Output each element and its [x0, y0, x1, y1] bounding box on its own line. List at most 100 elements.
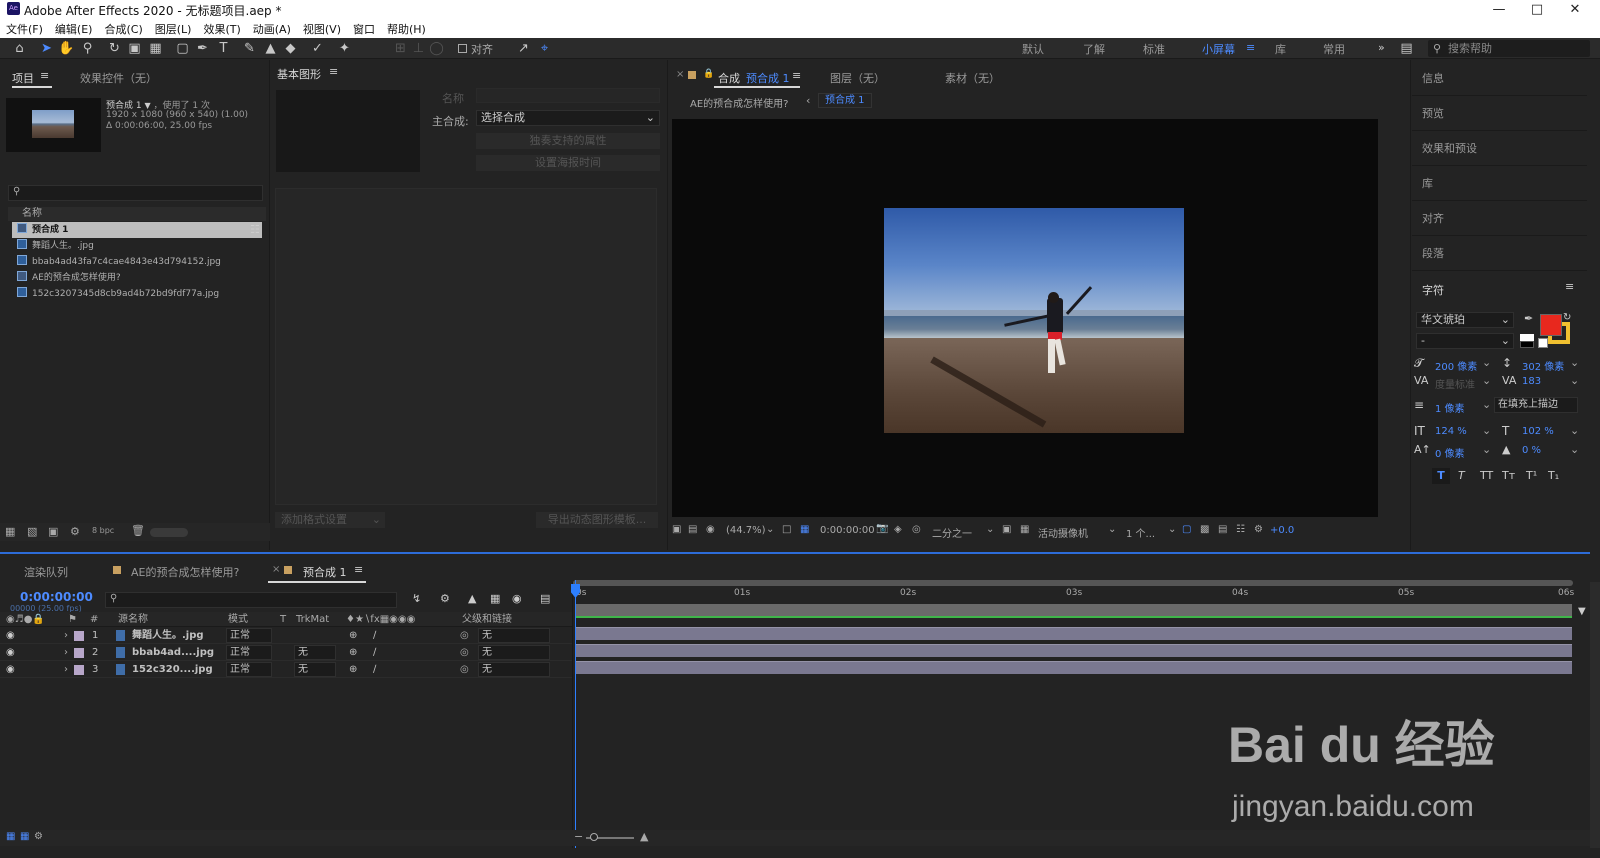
rectangle-tool-icon[interactable]: ▢ — [174, 40, 191, 57]
breadcrumb-current[interactable]: 预合成 1 — [818, 93, 872, 108]
col-parent-link[interactable]: 父级和链接 — [462, 612, 512, 627]
reset-exposure-icon[interactable]: ⚙ — [1254, 524, 1263, 535]
lock-icon[interactable]: 🔒 — [703, 69, 714, 79]
align-checkbox[interactable] — [458, 44, 467, 53]
menu-window[interactable]: 窗口 — [347, 19, 381, 40]
eye-icon[interactable]: ◉ — [6, 627, 15, 644]
chevron-down-icon[interactable]: ⌄ — [766, 524, 774, 535]
close-tab-icon[interactable]: × — [676, 69, 684, 80]
layer-name[interactable]: 舞蹈人生。.jpg — [132, 627, 204, 644]
chevron-down-icon[interactable]: ⌄ — [1108, 524, 1116, 535]
zoom-select[interactable]: (44.7%) — [726, 525, 766, 536]
tab-project[interactable]: 项目 — [12, 70, 34, 86]
fill-color-swatch[interactable] — [1540, 314, 1562, 336]
template-name-input[interactable] — [476, 88, 660, 103]
tab-composition-name[interactable]: 预合成 1 — [746, 70, 790, 86]
pickwhip-icon[interactable]: ◎ — [460, 627, 469, 644]
pen-tool-icon[interactable]: ✒ — [194, 40, 211, 57]
faux-italic-button[interactable]: T — [1458, 469, 1465, 482]
all-caps-button[interactable]: TT — [1480, 469, 1493, 482]
clone-stamp-tool-icon[interactable]: ▲ — [262, 40, 279, 57]
eraser-tool-icon[interactable]: ◆ — [282, 40, 299, 57]
panel-preview[interactable]: 预览 — [1422, 105, 1444, 121]
label-color[interactable] — [74, 631, 84, 641]
font-style-select[interactable]: - ⌄ — [1416, 333, 1514, 349]
subscript-button[interactable]: T₁ — [1548, 469, 1559, 482]
workspace-common[interactable]: 常用 — [1323, 41, 1345, 57]
menu-effect[interactable]: 效果(T) — [197, 19, 246, 40]
flowchart-icon[interactable]: ☷ — [250, 223, 260, 236]
current-time-indicator[interactable] — [575, 580, 576, 848]
panel-library[interactable]: 库 — [1422, 175, 1433, 191]
chevron-down-icon[interactable]: ⌄ — [1570, 374, 1579, 387]
layer-mode-select[interactable]: 正常 — [226, 628, 272, 643]
frame-blending-icon[interactable]: ▦ — [490, 592, 500, 605]
list-item[interactable]: bbab4ad43fa7c4cae4843e43d794152.jpg — [12, 254, 262, 270]
workspace-small-screen[interactable]: 小屏幕 — [1202, 41, 1235, 57]
close-button[interactable]: ✕ — [1556, 0, 1594, 19]
mask-visibility-icon[interactable]: ▦ — [800, 524, 809, 535]
show-snapshot-icon[interactable]: ◈ — [894, 524, 902, 535]
axis-world-icon[interactable]: ⊥ — [410, 40, 427, 57]
baseline-shift-value[interactable]: 0 像素 — [1435, 445, 1465, 460]
more-workspaces-icon[interactable]: » — [1378, 41, 1385, 54]
workspace-standard[interactable]: 标准 — [1143, 41, 1165, 57]
draft-3d-icon[interactable]: ⚙ — [440, 592, 450, 605]
panel-info[interactable]: 信息 — [1422, 70, 1444, 86]
maximize-button[interactable]: □ — [1518, 0, 1556, 19]
vertical-scale-value[interactable]: 124 % — [1435, 426, 1467, 437]
eyedropper-icon[interactable]: ✒ — [1524, 312, 1533, 325]
layer-mode-select[interactable]: 正常 — [226, 645, 272, 660]
pickwhip-icon[interactable]: ◎ — [460, 644, 469, 661]
type-tool-icon[interactable]: T — [215, 40, 232, 57]
tab-render-queue[interactable]: 渲染队列 — [24, 564, 68, 580]
white-swatch[interactable] — [1520, 334, 1534, 341]
chevron-down-icon[interactable]: ⌄ — [1570, 424, 1579, 437]
timeline-icon[interactable]: ▤ — [1218, 524, 1227, 535]
zoom-out-icon[interactable]: − — [574, 830, 583, 843]
new-folder-icon[interactable]: ▧ — [27, 525, 37, 538]
label-color[interactable] — [74, 665, 84, 675]
panel-menu-icon[interactable]: ≡ — [329, 65, 338, 78]
chevron-down-icon[interactable]: ⌄ — [1570, 443, 1579, 456]
table-row[interactable]: ◉ › 1 舞蹈人生。.jpg 正常 ⊕ ∕ ◎ 无 — [0, 627, 572, 644]
font-size-value[interactable]: 200 像素 — [1435, 358, 1477, 373]
resolution-select[interactable]: 二分之一 — [932, 525, 972, 540]
help-search-input[interactable]: ⚲ 搜索帮助 — [1428, 40, 1590, 57]
panel-character[interactable]: 字符 — [1422, 282, 1444, 298]
tab-effect-controls[interactable]: 效果控件（无） — [80, 70, 157, 86]
exposure-value[interactable]: +0.0 — [1270, 525, 1294, 536]
bit-depth[interactable]: 8 bpc — [92, 526, 114, 535]
layer-duration-bar[interactable] — [576, 661, 1572, 674]
no-fill-icon[interactable] — [1538, 338, 1548, 348]
tracking-value[interactable]: 183 — [1522, 376, 1541, 387]
project-settings-icon[interactable]: ⚙ — [70, 525, 80, 538]
composition-viewer[interactable] — [672, 119, 1378, 517]
workspace-learn[interactable]: 了解 — [1083, 41, 1105, 57]
label-color[interactable] — [74, 648, 84, 658]
col-source-name[interactable]: 源名称 — [118, 612, 148, 627]
current-time[interactable]: 0:00:00:00 — [820, 525, 875, 536]
layer-mode-select[interactable]: 正常 — [226, 662, 272, 677]
chevron-down-icon[interactable]: ⌄ — [1570, 356, 1579, 369]
col-name[interactable]: 名称 — [22, 208, 42, 219]
motion-blur-icon[interactable]: ◉ — [512, 592, 522, 605]
axis-local-icon[interactable]: ⊞ — [392, 40, 409, 57]
leading-value[interactable]: 302 像素 — [1522, 358, 1564, 373]
workspace-default[interactable]: 默认 — [1022, 41, 1044, 57]
panel-paragraph[interactable]: 段落 — [1422, 245, 1444, 261]
chevron-down-icon[interactable]: ⌄ — [1482, 374, 1491, 387]
tsume-value[interactable]: 0 % — [1522, 445, 1541, 456]
chevron-down-icon[interactable]: ⌄ — [1482, 398, 1491, 411]
collapse-switch-icon[interactable]: ⊕ — [349, 661, 357, 678]
hand-tool-icon[interactable]: ✋ — [58, 40, 75, 57]
kerning-value[interactable]: 度量标准 — [1435, 376, 1475, 391]
panel-align[interactable]: 对齐 — [1422, 210, 1444, 226]
project-search-input[interactable]: ⚲ — [8, 185, 263, 201]
pickwhip-icon[interactable]: ◎ — [460, 661, 469, 678]
thumbnail-slider[interactable] — [150, 528, 188, 537]
layer-name[interactable]: bbab4ad....jpg — [132, 644, 214, 661]
camera-tool-icon[interactable]: ▣ — [126, 40, 143, 57]
rotate-tool-icon[interactable]: ↻ — [106, 40, 123, 57]
scrollbar[interactable] — [1590, 582, 1600, 848]
